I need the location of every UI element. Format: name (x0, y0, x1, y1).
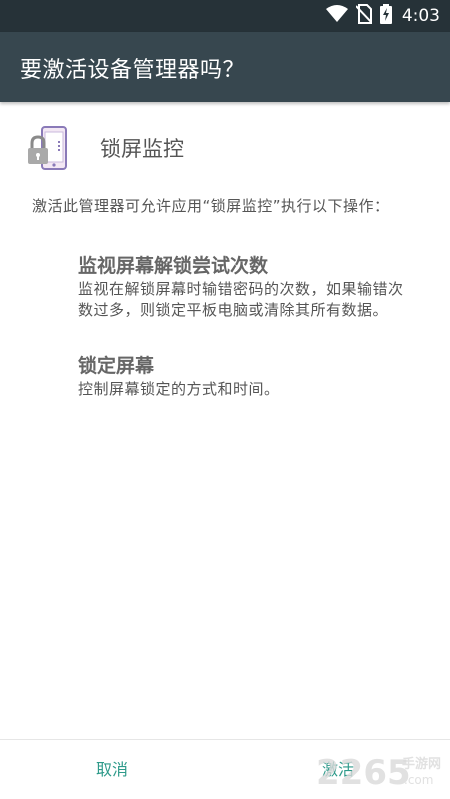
policy-title: 锁定屏幕 (78, 355, 155, 377)
app-bar: 要激活设备管理器吗？ (0, 32, 450, 102)
policy-description: 控制屏幕锁定的方式和时间。 (78, 380, 280, 398)
wifi-icon (325, 5, 348, 27)
description: 激活此管理器可允许应用“锁屏监控”执行以下操作： (32, 197, 390, 215)
policy-title: 监视屏幕解锁尝试次数 (78, 255, 269, 277)
divider (0, 739, 450, 740)
status-time: 4:03 (401, 6, 440, 26)
app-name: 锁屏监控 (100, 137, 184, 161)
app-info: 锁屏监控 (26, 126, 184, 170)
battery-charging-icon (379, 4, 392, 28)
page-title: 要激活设备管理器吗？ (20, 58, 246, 83)
status-bar: 4:03 (0, 0, 450, 32)
svg-text:手游网: 手游网 (402, 756, 441, 772)
svg-text:2265: 2265 (316, 753, 411, 792)
watermark-logo: 2265 手游网 .com (316, 748, 446, 793)
policy-item: 监视屏幕解锁尝试次数 监视在解锁屏幕时输错密码的次数，如果输错次数过多，则锁定平… (78, 253, 418, 321)
policy-item: 锁定屏幕 控制屏幕锁定的方式和时间。 (78, 353, 418, 400)
lock-screen-app-icon (26, 126, 76, 170)
cancel-button[interactable]: 取消 (82, 752, 142, 788)
no-sim-icon (355, 4, 373, 28)
policy-description: 监视在解锁屏幕时输错密码的次数，如果输错次数过多，则锁定平板电脑或清除其所有数据… (78, 280, 404, 319)
svg-text:.com: .com (404, 773, 433, 787)
status-icons: 4:03 (325, 4, 440, 28)
